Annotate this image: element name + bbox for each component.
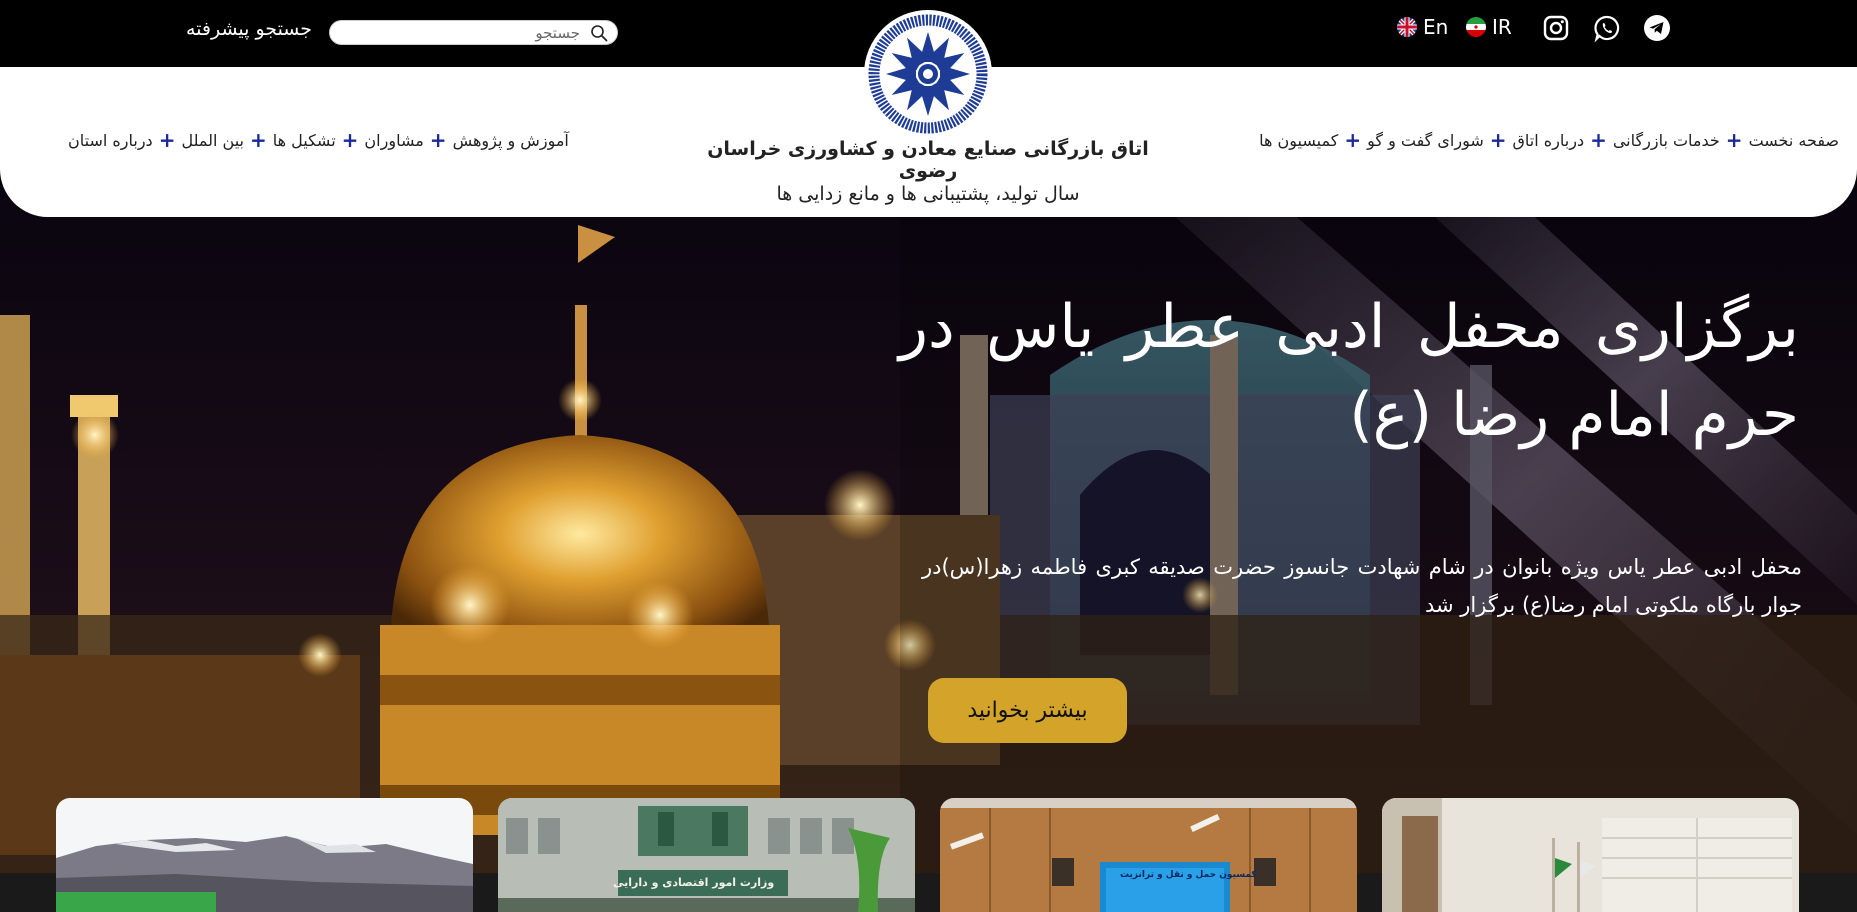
ministry-sign-text: وزارت امور اقتصادی و دارایی (613, 876, 775, 889)
advanced-search-link[interactable]: جستجو پیشرفته (186, 18, 312, 40)
nav-item-label: صفحه نخست (1748, 130, 1839, 150)
plus-icon: + (158, 128, 176, 152)
nav-item-label: آموزش و پژوهش (452, 130, 569, 150)
card-thumbnail-office-room (1382, 798, 1799, 912)
meeting-screen-text: کمسیون حمل و نقل و ترانزیت (1120, 870, 1257, 880)
plus-icon: + (1725, 128, 1743, 152)
search-box[interactable] (329, 20, 618, 45)
plus-icon: + (249, 128, 267, 152)
organization-name[interactable]: اتاق بازرگانی صنایع معادن و کشاورزی خراس… (700, 138, 1156, 182)
card-thumbnail-ministry-building (498, 798, 915, 912)
main-nav-right: صفحه نخست + خدمات بازرگانی + درباره اتاق + … (1259, 128, 1839, 152)
plus-icon: + (1489, 128, 1507, 152)
nav-item-label: خدمات بازرگانی (1612, 130, 1720, 150)
search-icon[interactable] (590, 24, 608, 42)
nav-item-education-research[interactable]: آموزش و پژوهش + (424, 128, 569, 152)
nav-item-label: کمیسیون ها (1259, 130, 1339, 150)
uk-flag-icon (1397, 17, 1417, 37)
nav-item-advisors[interactable]: مشاوران + (336, 128, 424, 152)
nav-item-label: درباره اتاق (1512, 130, 1585, 150)
hero-title: برگزاری محفل ادبی عطر یاس در حرم امام رض… (899, 292, 1799, 450)
lang-switch-en[interactable]: En (1397, 15, 1448, 39)
nav-item-commissions[interactable]: کمیسیون ها (1259, 131, 1338, 150)
telegram-icon[interactable] (1643, 14, 1671, 42)
nav-item-label: بین الملل (181, 130, 244, 150)
news-card[interactable] (56, 798, 473, 912)
nav-item-home[interactable]: صفحه نخست + (1720, 128, 1839, 152)
nav-item-label: مشاوران (364, 130, 424, 150)
news-card[interactable]: وزارت امور اقتصادی و دارایی (498, 798, 915, 912)
card-thumbnail-meeting-room (940, 798, 1357, 912)
lang-label-ir: IR (1492, 15, 1512, 39)
nav-item-label: درباره استان (68, 130, 153, 150)
instagram-icon[interactable] (1542, 14, 1570, 42)
nav-item-about-chamber[interactable]: درباره اتاق + (1484, 128, 1584, 152)
nav-item-about-province[interactable]: درباره استان (68, 131, 153, 150)
main-nav-left: آموزش و پژوهش + مشاوران + تشکیل ها + بین ال… (68, 128, 569, 152)
whatsapp-icon[interactable] (1593, 14, 1621, 42)
news-card[interactable] (1382, 798, 1799, 912)
nav-item-organizations[interactable]: تشکیل ها + (244, 128, 336, 152)
news-card[interactable]: کمسیون حمل و نقل و ترانزیت (940, 798, 1357, 912)
nav-item-label: شورای گفت و گو (1367, 130, 1484, 150)
year-slogan: سال تولید، پشتیبانی ها و مانع زدایی ها (776, 183, 1080, 205)
plus-icon: + (1344, 128, 1362, 152)
nav-item-international[interactable]: بین الملل + (153, 128, 244, 152)
plus-icon: + (341, 128, 359, 152)
plus-icon: + (1590, 128, 1607, 152)
nav-item-dialogue-council[interactable]: شورای گفت و گو + (1338, 128, 1483, 152)
chamber-logo[interactable] (864, 10, 992, 138)
read-more-button[interactable]: بیشتر بخوانید (928, 678, 1127, 743)
nav-item-business-services[interactable]: خدمات بازرگانی + (1584, 128, 1720, 152)
plus-icon: + (429, 128, 447, 152)
iran-flag-icon (1466, 17, 1486, 37)
hero-description: محفل ادبی عطر یاس ویژه بانوان در شام شها… (922, 555, 1802, 617)
lang-switch-ir[interactable]: IR (1466, 15, 1512, 39)
card-thumbnail-mountains (56, 798, 473, 912)
nav-item-label: تشکیل ها (272, 130, 336, 150)
lang-label-en: En (1423, 15, 1449, 39)
search-input[interactable] (340, 23, 580, 43)
